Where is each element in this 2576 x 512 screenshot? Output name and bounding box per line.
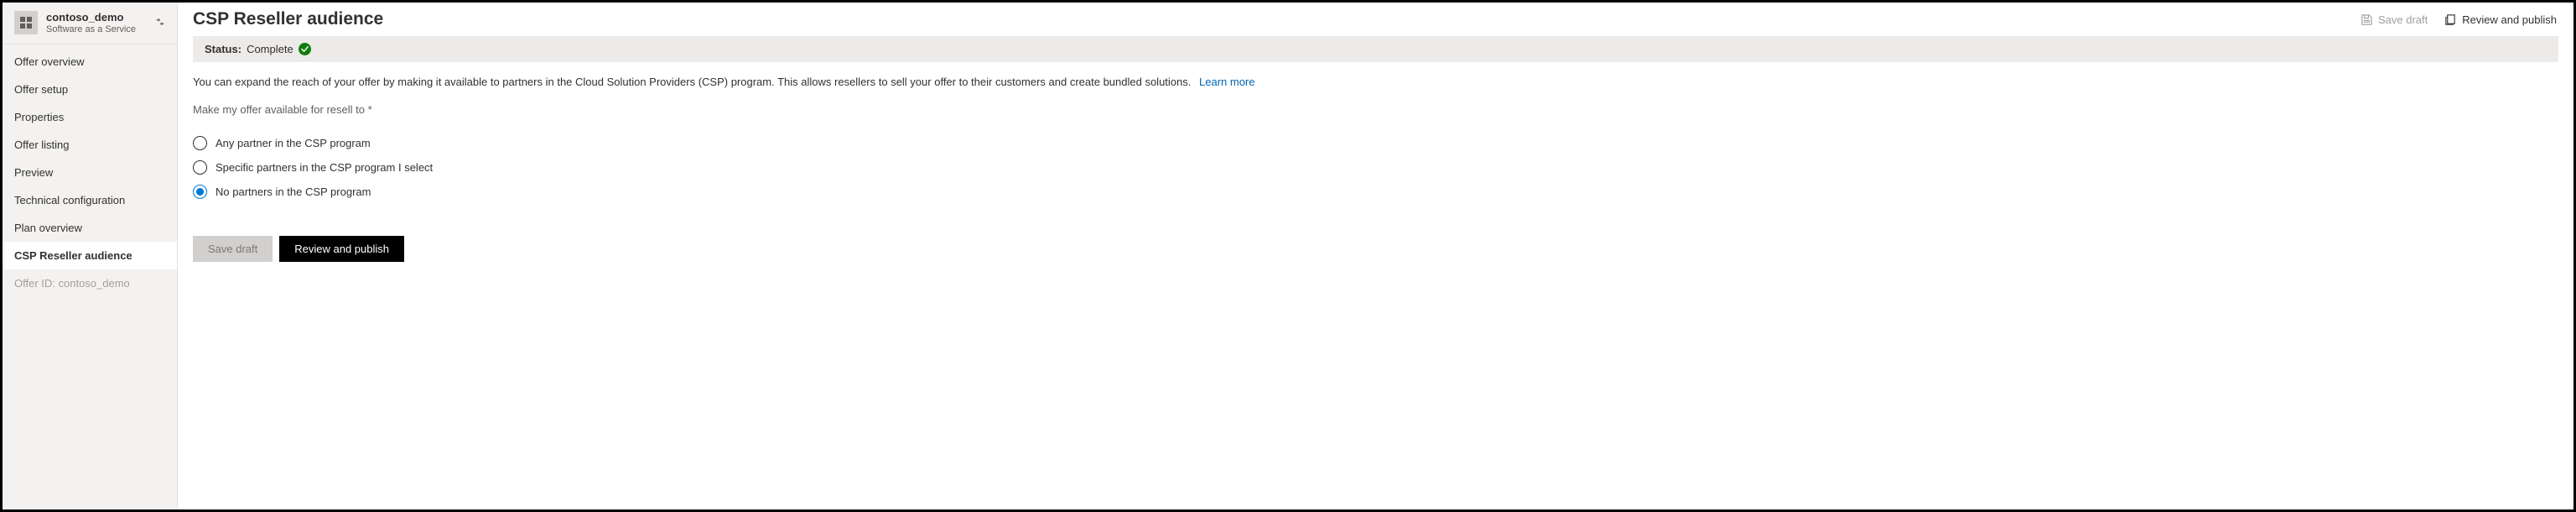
radio-icon [193, 185, 207, 199]
collapse-sidebar-button[interactable] [152, 13, 169, 33]
status-label: Status: [205, 43, 242, 55]
radio-no-partners[interactable]: No partners in the CSP program [193, 185, 2558, 199]
status-value: Complete [247, 43, 293, 55]
radio-any-partner[interactable]: Any partner in the CSP program [193, 136, 2558, 150]
resell-field-label: Make my offer available for resell to * [193, 103, 2558, 116]
nav-item-technical-configuration[interactable]: Technical configuration [3, 186, 177, 214]
offer-type-icon [14, 11, 38, 34]
radio-icon [193, 136, 207, 150]
status-complete-icon [299, 43, 311, 55]
nav-item-properties[interactable]: Properties [3, 103, 177, 131]
offer-name: contoso_demo [46, 11, 143, 24]
nav-item-offer-setup[interactable]: Offer setup [3, 76, 177, 103]
resell-radio-group: Any partner in the CSP program Specific … [193, 136, 2558, 199]
learn-more-link[interactable]: Learn more [1199, 76, 1254, 88]
nav-item-offer-listing[interactable]: Offer listing [3, 131, 177, 159]
save-draft-button: Save draft [193, 236, 273, 262]
publish-icon [2444, 13, 2457, 26]
bottom-action-bar: Save draft Review and publish [193, 236, 2558, 262]
nav-header: contoso_demo Software as a Service [3, 3, 177, 44]
nav-item-offer-overview[interactable]: Offer overview [3, 48, 177, 76]
status-bar: Status: Complete [193, 36, 2558, 62]
main-content: CSP Reseller audience Save draft Review … [178, 3, 2573, 509]
save-draft-top-button: Save draft [2359, 10, 2429, 29]
offer-type-label: Software as a Service [46, 24, 143, 35]
sidebar: contoso_demo Software as a Service Offer… [3, 3, 178, 509]
offer-id-label: Offer ID: contoso_demo [3, 269, 177, 297]
review-publish-top-button[interactable]: Review and publish [2443, 10, 2558, 29]
radio-specific-partners[interactable]: Specific partners in the CSP program I s… [193, 160, 2558, 175]
intro-text: You can expand the reach of your offer b… [193, 74, 2558, 91]
nav-item-preview[interactable]: Preview [3, 159, 177, 186]
nav-list: Offer overview Offer setup Properties Of… [3, 44, 177, 269]
page-title: CSP Reseller audience [193, 9, 383, 29]
nav-item-plan-overview[interactable]: Plan overview [3, 214, 177, 242]
top-command-bar: Save draft Review and publish [2359, 10, 2558, 29]
save-icon [2360, 13, 2373, 26]
review-publish-button[interactable]: Review and publish [279, 236, 404, 262]
nav-item-csp-reseller-audience[interactable]: CSP Reseller audience [3, 242, 177, 269]
radio-icon [193, 160, 207, 175]
